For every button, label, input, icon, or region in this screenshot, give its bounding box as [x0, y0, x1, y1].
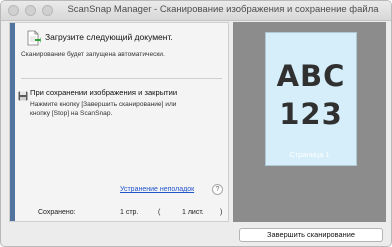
finish-scanning-button[interactable]: Завершить сканирование: [239, 228, 383, 242]
page-thumbnail[interactable]: ABC 123: [265, 32, 357, 166]
saved-label: Сохранено:: [38, 209, 76, 216]
thumbnail-text-abc: ABC: [276, 59, 346, 93]
preview-panel: ABC 123 Страница 1: [233, 22, 386, 222]
status-description: Сканирование будет запущена автоматическ…: [21, 51, 165, 58]
page-label: Страница 1: [289, 150, 330, 159]
document-arrow-icon: [27, 30, 41, 46]
thumbnail-text-123: 123: [279, 97, 343, 131]
troubleshooting-link[interactable]: Устранение неполадок: [120, 186, 194, 193]
floppy-disk-icon: [18, 88, 28, 101]
accent-bar: [10, 23, 15, 221]
paren-open: (: [158, 209, 161, 216]
save-heading: При сохранении изображения и закрытии: [30, 88, 178, 97]
saved-pages-count: 1 стр.: [120, 209, 139, 216]
zoom-window-button[interactable]: [42, 5, 53, 16]
help-icon[interactable]: ?: [212, 184, 223, 195]
save-instructions-line2: кнопку [Stop] на ScanSnap.: [30, 110, 113, 117]
minimize-window-button[interactable]: [25, 5, 36, 16]
title-bar: ScanSnap Manager - Сканирование изображе…: [1, 1, 391, 21]
status-heading: Загрузите следующий документ.: [45, 32, 173, 42]
scan-window: ScanSnap Manager - Сканирование изображе…: [0, 0, 392, 247]
paren-close: ): [220, 209, 223, 216]
divider: [21, 78, 222, 79]
saved-sheets-count: 1 лист.: [182, 209, 204, 216]
save-instructions-line1: Нажмите кнопку [Завершить сканирование] …: [30, 101, 177, 108]
close-window-button[interactable]: [8, 5, 19, 16]
status-panel: Загрузите следующий документ. Сканирован…: [9, 22, 229, 222]
window-title: ScanSnap Manager - Сканирование изображе…: [67, 4, 379, 15]
